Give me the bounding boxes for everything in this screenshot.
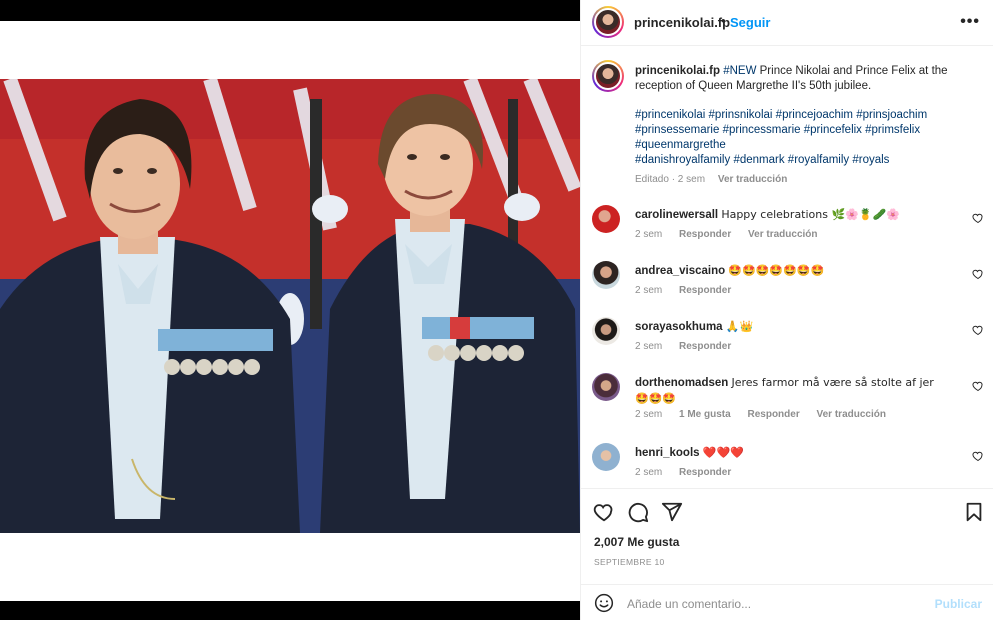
post-photo[interactable] [0,79,580,533]
media-letterbox-top [0,21,580,79]
publish-button[interactable]: Publicar [935,597,982,611]
share-icon[interactable] [661,501,683,523]
commenter-avatar[interactable] [592,443,620,471]
commenter-username[interactable]: andrea_viscaino [635,265,725,277]
comment-time: 2 sem [635,467,663,478]
comment-item: henri_kools ❤️❤️❤️ 2 sem Responder [592,443,987,488]
comment-text: sorayasokhuma 🙏👑 [635,319,945,335]
caption-meta: Editado · 2 sem Ver traducción [635,174,787,185]
comment-time: 2 sem [635,229,663,240]
post-media-area [0,0,580,620]
post-actions: 2,007 Me gusta SEPTIEMBRE 10 [581,488,993,583]
author-avatar[interactable] [592,6,624,38]
comment-meta: 2 sem Responder [635,467,745,478]
hashtag-link[interactable]: #prinsessemarie [635,124,719,136]
comment-text: carolinewersall Happy celebrations 🌿🌸🍍🥒🌸 [635,207,945,223]
header-dot-separator: • [721,13,726,28]
comment-icon[interactable] [627,501,649,523]
comment-text: andrea_viscaino 🤩🤩🤩🤩🤩🤩🤩 [635,263,945,279]
likes-count[interactable]: 2,007 Me gusta [594,535,679,549]
author-username[interactable]: princenikolai.fp [634,15,730,30]
caption-text: princenikolai.fp #NEW Prince Nikolai and… [635,64,980,94]
comment-content: ❤️❤️❤️ [702,446,744,459]
commenter-avatar[interactable] [592,373,620,401]
commenter-avatar[interactable] [592,205,620,233]
commenter-username[interactable]: sorayasokhuma [635,321,723,333]
translate-link[interactable]: Ver traducción [817,409,886,420]
hashtag-link[interactable]: #princessmarie [723,124,801,136]
like-comment-heart-icon[interactable] [972,268,984,280]
hashtag-link[interactable]: #princefelix [804,124,862,136]
comment-content: Happy celebrations 🌿🌸🍍🥒🌸 [721,208,900,221]
like-comment-heart-icon[interactable] [972,324,984,336]
reply-button[interactable]: Responder [679,467,731,478]
comment-meta: 2 sem 1 Me gusta Responder Ver traducció… [635,409,900,420]
hashtag-link[interactable]: #princenikolai [635,109,705,121]
hashtag-link[interactable]: #prinsjoachim [856,109,927,121]
comment-meta: 2 sem Responder Ver traducción [635,229,832,240]
hashtag-link[interactable]: #royals [852,154,889,166]
save-bookmark-icon[interactable] [963,501,985,523]
comment-item: carolinewersall Happy celebrations 🌿🌸🍍🥒🌸… [592,205,987,255]
like-comment-heart-icon[interactable] [972,380,984,392]
like-comment-heart-icon[interactable] [972,450,984,462]
comment-meta: 2 sem Responder [635,285,745,296]
comment-content: 🙏👑 [725,320,754,333]
post-date: SEPTIEMBRE 10 [594,557,665,567]
comments-scroll-area[interactable]: princenikolai.fp #NEW Prince Nikolai and… [581,47,993,488]
follow-button[interactable]: Seguir [730,15,770,30]
caption-hashtags: #princenikolai #prinsnikolai #princejoac… [635,108,980,168]
hashtag-link[interactable]: #queenmargrethe [635,139,726,151]
comment-time: 2 sem [635,285,663,296]
commenter-username[interactable]: dorthenomadsen [635,377,728,389]
like-comment-heart-icon[interactable] [972,212,984,224]
comment-item: sorayasokhuma 🙏👑 2 sem Responder [592,317,987,367]
reply-button[interactable]: Responder [679,341,731,352]
caption-author-avatar[interactable] [592,60,624,92]
add-comment-input[interactable]: Añade un comentario... [627,597,751,611]
caption-username[interactable]: princenikolai.fp [635,65,720,77]
photo-illustration [0,79,580,533]
caption-translate-link[interactable]: Ver traducción [718,174,787,185]
heart-icon[interactable] [593,501,615,523]
comment-text: henri_kools ❤️❤️❤️ [635,445,945,461]
caption-new-tag[interactable]: #NEW [723,65,756,77]
reply-button[interactable]: Responder [679,229,731,240]
hashtag-link[interactable]: #princejoachim [776,109,853,121]
comment-item: andrea_viscaino 🤩🤩🤩🤩🤩🤩🤩 2 sem Responder [592,261,987,311]
reply-button[interactable]: Responder [747,409,799,420]
comment-time: 2 sem [635,409,663,420]
comment-time: 2 sem [635,341,663,352]
comment-meta: 2 sem Responder [635,341,745,352]
comment-item: dorthenomadsen Jeres farmor må være så s… [592,373,987,435]
emoji-smile-icon[interactable] [594,593,614,613]
commenter-username[interactable]: henri_kools [635,447,700,459]
comment-content: 🤩🤩🤩🤩🤩🤩🤩 [728,264,825,277]
comment-likes-count[interactable]: 1 Me gusta [679,409,731,420]
add-comment-bar: Añade un comentario... Publicar [581,584,993,620]
post-header: princenikolai.fp • Seguir ••• [581,0,993,46]
hashtag-link[interactable]: #royalfamily [788,154,849,166]
hashtag-link[interactable]: #primsfelix [865,124,920,136]
comment-text: dorthenomadsen Jeres farmor må være så s… [635,375,945,407]
media-letterbox-bottom [0,533,580,601]
commenter-avatar[interactable] [592,317,620,345]
reply-button[interactable]: Responder [679,285,731,296]
commenter-avatar[interactable] [592,261,620,289]
caption-edited-time: Editado · 2 sem [635,174,706,185]
hashtag-link[interactable]: #denmark [733,154,784,166]
commenter-username[interactable]: carolinewersall [635,209,718,221]
hashtag-link[interactable]: #danishroyalfamily [635,154,730,166]
hashtag-link[interactable]: #prinsnikolai [709,109,773,121]
more-horizontal-icon[interactable]: ••• [960,13,980,31]
post-side-panel: princenikolai.fp • Seguir ••• princeniko… [580,0,993,620]
instagram-post-view: princenikolai.fp • Seguir ••• princeniko… [0,0,993,620]
translate-link[interactable]: Ver traducción [748,229,817,240]
